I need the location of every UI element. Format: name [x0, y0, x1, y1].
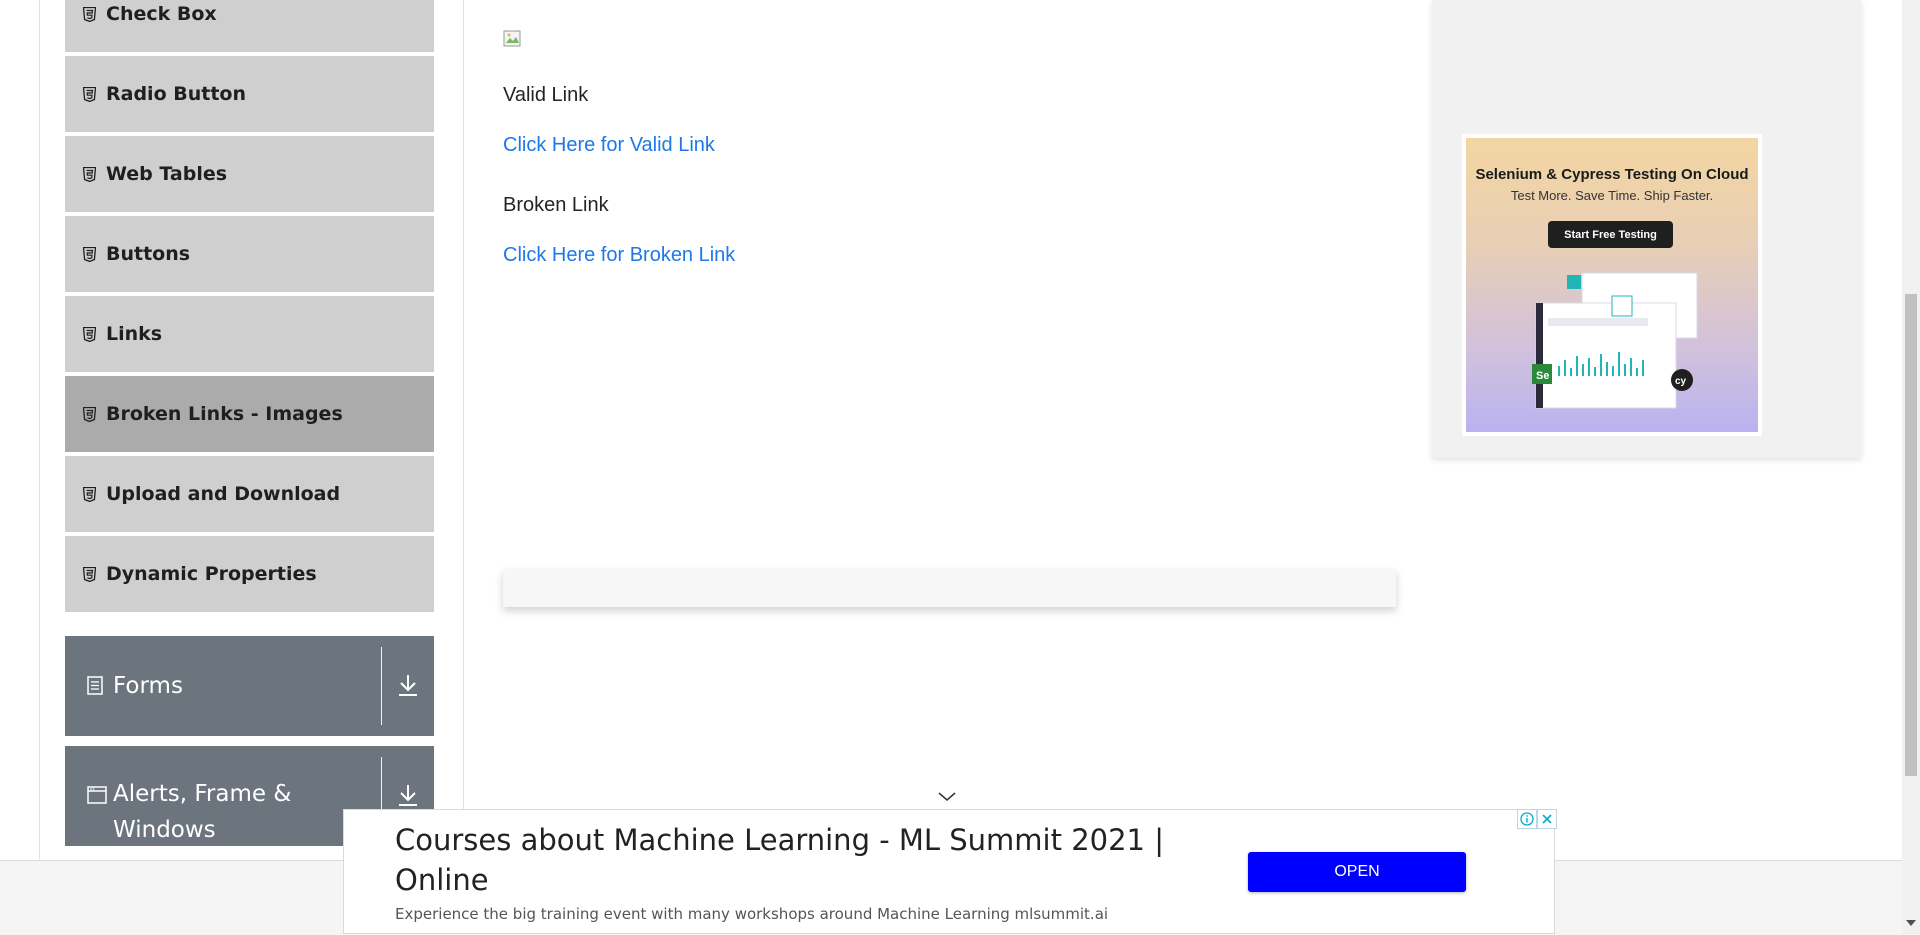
ad-badges: [1517, 809, 1557, 829]
html5-icon: [82, 166, 96, 182]
sidebar-item-web-tables[interactable]: Web Tables: [65, 136, 434, 214]
svg-text:Se: Se: [1536, 370, 1549, 382]
sidebar-item-label: Buttons: [106, 243, 191, 265]
sidebar-item-label: Dynamic Properties: [106, 563, 317, 585]
side-ad-title: Selenium & Cypress Testing On Cloud: [1475, 166, 1749, 183]
sidebar-divider: [463, 0, 464, 860]
ad-banner-placeholder: [503, 569, 1396, 607]
group-label: Forms: [113, 673, 183, 699]
side-ad[interactable]: Selenium & Cypress Testing On Cloud Test…: [1432, 0, 1861, 458]
sidebar-item-broken-links-images[interactable]: Broken Links - Images: [65, 376, 434, 454]
bottom-ad-open-button[interactable]: OPEN: [1248, 852, 1466, 892]
side-ad-subtitle: Test More. Save Time. Ship Faster.: [1510, 188, 1714, 203]
ad-close-icon[interactable]: [1537, 809, 1557, 829]
window-icon: [87, 786, 107, 809]
html5-icon: [82, 6, 96, 22]
download-arrow-icon[interactable]: [396, 672, 426, 702]
dashboard-illustration: Se cy: [1532, 272, 1698, 409]
sidebar-item-label: Broken Links - Images: [106, 403, 343, 425]
ad-info-icon[interactable]: [1517, 809, 1537, 829]
sidebar-item-label: Radio Button: [106, 83, 246, 105]
sidebar-item-label: Links: [106, 323, 163, 345]
group-label-line2: Windows: [113, 817, 216, 843]
html5-icon: [82, 486, 96, 502]
sidebar-item-label: Check Box: [106, 3, 217, 25]
download-arrow-icon[interactable]: [396, 782, 426, 812]
sidebar-item-links[interactable]: Links: [65, 296, 434, 374]
html5-icon: [82, 326, 96, 342]
html5-icon: [82, 566, 96, 582]
sidebar-item-check-box[interactable]: Check Box: [65, 0, 434, 54]
html5-icon: [82, 246, 96, 262]
scroll-down-arrow-icon[interactable]: [1905, 914, 1917, 932]
sidebar-item-buttons[interactable]: Buttons: [65, 216, 434, 294]
page-left-border: [39, 0, 40, 860]
sidebar-item-radio-button[interactable]: Radio Button: [65, 56, 434, 134]
sidebar-item-label: Web Tables: [106, 163, 228, 185]
valid-link-heading: Valid Link: [503, 84, 589, 106]
scrollbar-thumb[interactable]: [1905, 294, 1917, 776]
sidebar-item-upload-and-download[interactable]: Upload and Download: [65, 456, 434, 534]
valid-link[interactable]: Click Here for Valid Link: [503, 134, 715, 157]
sidebar-item-label: Upload and Download: [106, 483, 341, 505]
chevron-down-icon[interactable]: [937, 790, 957, 808]
sidebar-item-dynamic-properties[interactable]: Dynamic Properties: [65, 536, 434, 614]
group-header-forms[interactable]: Forms: [65, 636, 434, 736]
group-label: Alerts, Frame &: [113, 781, 292, 807]
bottom-ad-title[interactable]: Courses about Machine Learning - ML Summ…: [395, 820, 1195, 900]
html5-icon: [82, 86, 96, 102]
html5-icon: [82, 406, 96, 422]
broken-link-heading: Broken Link: [503, 194, 609, 216]
svg-text:cy: cy: [1675, 376, 1687, 387]
form-icon: [87, 676, 103, 700]
side-ad-creative[interactable]: Selenium & Cypress Testing On Cloud Test…: [1462, 134, 1762, 436]
side-ad-button[interactable]: Start Free Testing: [1548, 221, 1673, 248]
bottom-ad-description: Experience the big training event with m…: [395, 905, 1109, 923]
bottom-ad[interactable]: Courses about Machine Learning - ML Summ…: [343, 809, 1555, 934]
broken-image-icon: [503, 30, 523, 48]
broken-link[interactable]: Click Here for Broken Link: [503, 244, 735, 267]
group-separator: [381, 647, 382, 725]
